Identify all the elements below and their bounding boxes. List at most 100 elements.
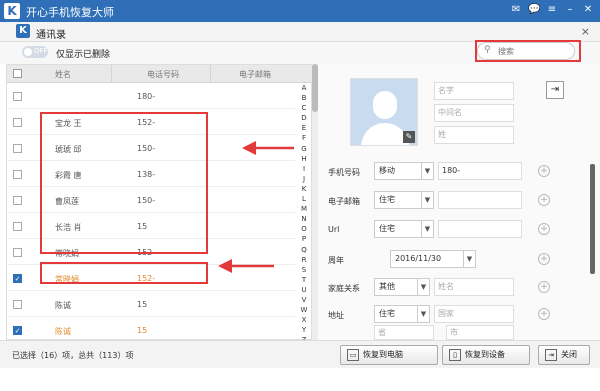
avatar-body (361, 123, 409, 145)
phone-type-select[interactable]: 移动 ▼ (374, 162, 434, 180)
minimize-icon[interactable]: – (564, 4, 576, 16)
phone-type-value: 移动 (379, 166, 395, 175)
alphabet-index-letter[interactable]: S (302, 265, 306, 275)
alphabet-index-letter[interactable]: D (301, 113, 306, 123)
alphabet-index-letter[interactable]: E (302, 123, 306, 133)
add-address-icon[interactable]: + (538, 308, 550, 320)
menu-icon[interactable]: ≡ (546, 4, 558, 16)
table-row[interactable]: 180- (7, 83, 295, 109)
add-url-icon[interactable]: + (538, 223, 550, 235)
app-logo: K (4, 3, 20, 19)
contact-detail-panel: ✎ 名字 中间名 姓 ⇥ 手机号码 移动 ▼ 180- + 电子邮箱 住宅 ▼ + … (318, 64, 600, 340)
contact-name: 陈诚 (55, 327, 71, 336)
close-button[interactable]: ⇥ 关闭 (538, 345, 590, 365)
alphabet-index-letter[interactable]: H (301, 154, 306, 164)
col-phone-header[interactable]: 电话号码 (147, 69, 179, 80)
alphabet-index-letter[interactable]: U (301, 285, 306, 295)
alphabet-index-letter[interactable]: C (302, 103, 307, 113)
family-type-value: 其他 (379, 282, 395, 291)
alphabet-index-letter[interactable]: O (301, 224, 307, 234)
arrow-left-icon (242, 141, 294, 155)
row-checkbox[interactable] (13, 248, 22, 257)
alphabet-index-letter[interactable]: Y (302, 325, 306, 335)
url-type-value: 住宅 (379, 224, 395, 233)
alphabet-index-letter[interactable]: I (303, 164, 305, 174)
add-phone-icon[interactable]: + (538, 165, 550, 177)
row-checkbox[interactable] (13, 118, 22, 127)
table-row[interactable]: 陈诚 15 (7, 291, 295, 317)
email-field[interactable] (438, 191, 522, 209)
close-icon[interactable]: ✕ (582, 4, 594, 16)
row-checkbox[interactable] (13, 222, 22, 231)
alphabet-index-letter[interactable]: F (302, 133, 306, 143)
alphabet-index-letter[interactable]: P (302, 234, 306, 244)
alphabet-index-letter[interactable]: B (302, 93, 307, 103)
export-contact-button[interactable]: ⇥ (546, 81, 564, 99)
window-header: K 通讯录 × (0, 22, 600, 42)
contact-phone: 15 (137, 300, 148, 309)
city-field[interactable]: 市 (446, 325, 514, 340)
country-field[interactable]: 国家 (434, 305, 514, 323)
email-type-select[interactable]: 住宅 ▼ (374, 191, 434, 209)
row-checkbox-checked[interactable]: ✓ (13, 274, 22, 283)
alphabet-index-letter[interactable]: X (302, 315, 307, 325)
alphabet-index-letter[interactable]: G (301, 144, 306, 154)
contact-phone: 180- (137, 92, 156, 101)
table-header: 姓名 电话号码 电子邮箱 (7, 65, 313, 83)
address-type-select[interactable]: 住宅 ▼ (374, 305, 430, 323)
add-email-icon[interactable]: + (538, 194, 550, 206)
family-name-field[interactable]: 姓名 (434, 278, 514, 296)
alphabet-index-letter[interactable]: R (302, 255, 307, 265)
wechat-icon[interactable]: ✉ (510, 4, 522, 16)
contact-photo[interactable]: ✎ (350, 78, 418, 146)
chat-icon[interactable]: 💬 (528, 4, 540, 16)
alphabet-index-letter[interactable]: Q (301, 245, 307, 255)
alphabet-index-letter[interactable]: M (301, 204, 307, 214)
select-all-checkbox[interactable] (13, 69, 22, 78)
row-checkbox[interactable] (13, 144, 22, 153)
chevron-down-icon: ▼ (421, 221, 433, 237)
alphabet-index-letter[interactable]: L (302, 194, 306, 204)
alphabet-index-letter[interactable]: N (301, 214, 306, 224)
edit-pencil-icon[interactable]: ✎ (403, 131, 415, 143)
alphabet-index-letter[interactable]: W (301, 305, 308, 315)
first-name-field[interactable]: 名字 (434, 82, 514, 100)
family-type-select[interactable]: 其他 ▼ (374, 278, 430, 296)
restore-to-device-button[interactable]: ▯ 恢复到设备 (442, 345, 530, 365)
col-email-header[interactable]: 电子邮箱 (239, 69, 271, 80)
url-field[interactable] (438, 220, 522, 238)
detail-scrollbar[interactable] (590, 164, 595, 274)
add-family-icon[interactable]: + (538, 281, 550, 293)
row-checkbox-checked[interactable]: ✓ (13, 326, 22, 335)
url-label: Url (328, 225, 340, 234)
contact-name: 陈诚 (55, 301, 71, 310)
phone-field[interactable]: 180- (438, 162, 522, 180)
window-logo: K (16, 24, 30, 38)
toggle-label: OFF (34, 47, 48, 55)
middle-name-field[interactable]: 中间名 (434, 104, 514, 122)
col-divider (111, 65, 112, 83)
restore-to-pc-button[interactable]: ▭ 恢复到电脑 (340, 345, 438, 365)
alphabet-index-letter[interactable]: J (303, 174, 305, 184)
deleted-contacts-highlight-box (40, 112, 208, 254)
row-checkbox[interactable] (13, 196, 22, 205)
restore-to-pc-label: 恢复到电脑 (363, 350, 403, 359)
alphabet-index-letter[interactable]: K (302, 184, 307, 194)
anniversary-date-select[interactable]: 2016/11/30 ▼ (390, 250, 476, 268)
window-close-icon[interactable]: × (581, 25, 590, 38)
row-checkbox[interactable] (13, 170, 22, 179)
alphabet-index-letter[interactable]: A (302, 83, 307, 93)
add-anniversary-icon[interactable]: + (538, 253, 550, 265)
row-checkbox[interactable] (13, 300, 22, 309)
family-label: 家庭关系 (328, 284, 360, 293)
app-title: 开心手机恢复大师 (26, 6, 114, 19)
alphabet-index-letter[interactable]: V (302, 295, 307, 305)
only-deleted-toggle[interactable]: OFF (22, 46, 48, 58)
url-type-select[interactable]: 住宅 ▼ (374, 220, 434, 238)
col-name-header[interactable]: 姓名 (55, 69, 71, 80)
address-type-value: 住宅 (379, 309, 395, 318)
alphabet-index-letter[interactable]: T (302, 275, 306, 285)
province-field[interactable]: 省 (374, 325, 434, 340)
row-checkbox[interactable] (13, 92, 22, 101)
surname-field[interactable]: 姓 (434, 126, 514, 144)
